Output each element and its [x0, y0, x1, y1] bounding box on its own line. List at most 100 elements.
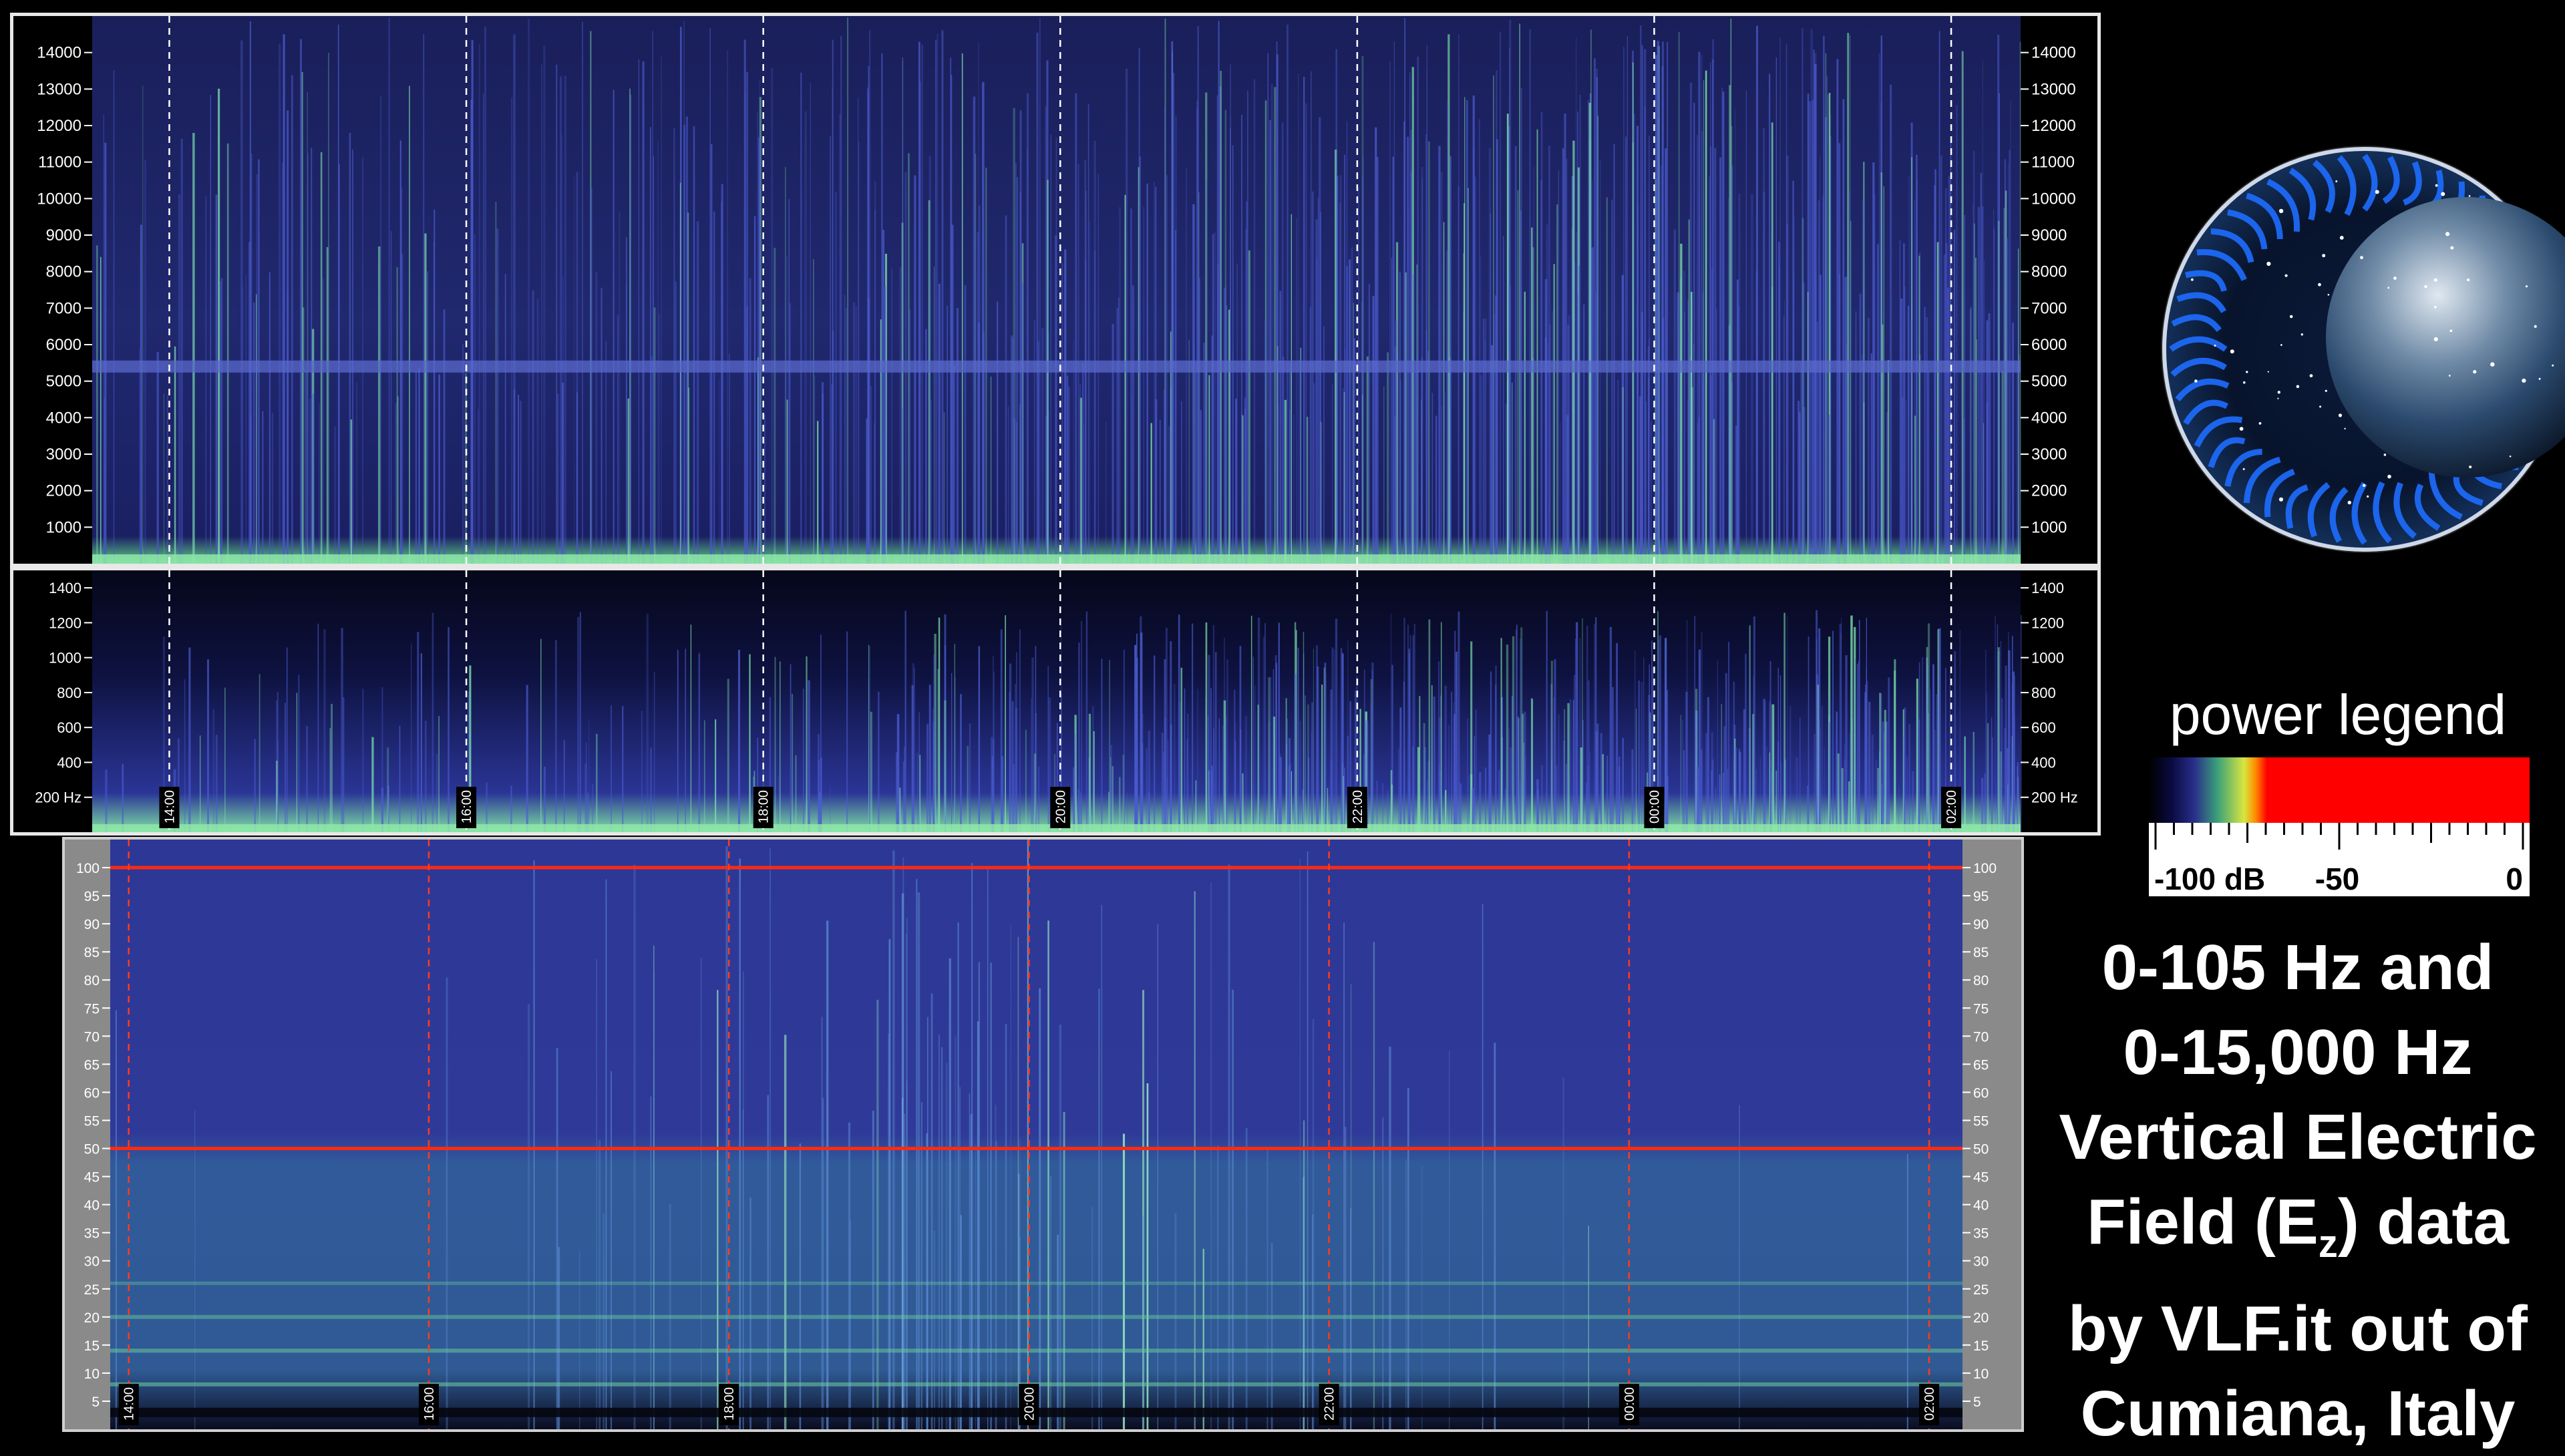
y-tick-label: 1400 — [49, 580, 81, 596]
signal-streak — [1871, 735, 1874, 832]
star — [2473, 370, 2477, 374]
signal-streak — [919, 755, 921, 832]
y-tick-label: 3000 — [46, 445, 81, 464]
signal-streak — [1253, 79, 1256, 564]
signal-streak — [799, 1143, 802, 1429]
signal-streak — [1286, 24, 1289, 564]
signal-streak — [1816, 322, 1818, 564]
signal-streak — [1904, 287, 1906, 564]
signal-streak — [673, 128, 675, 564]
signal-streak — [1844, 277, 1846, 564]
signal-streak — [1222, 725, 1224, 832]
signal-streak — [978, 646, 981, 832]
signal-streak — [1738, 193, 1741, 564]
signal-streak — [1433, 697, 1435, 832]
y-tick-label: 55 — [84, 1113, 100, 1129]
signal-streak — [311, 148, 313, 564]
y-tick-label: 60 — [84, 1085, 100, 1101]
star — [2367, 495, 2369, 498]
signal-streak — [1492, 313, 1495, 564]
signal-streak — [1683, 750, 1685, 832]
time-tick-label: 16:00 — [422, 1387, 437, 1421]
signal-streak — [1697, 417, 1701, 564]
signal-streak — [1210, 882, 1212, 1429]
y-tick-label: 50 — [84, 1142, 100, 1157]
time-tick-label: 20:00 — [1053, 790, 1068, 824]
star — [2325, 389, 2327, 392]
signal-streak — [1770, 759, 1771, 832]
signal-streak — [1269, 120, 1271, 564]
signal-streak — [1264, 322, 1266, 564]
signal-streak — [1634, 651, 1636, 832]
signal-streak — [1205, 622, 1208, 832]
signal-streak — [188, 647, 191, 832]
signal-streak — [1154, 655, 1156, 832]
signal-streak — [1242, 773, 1244, 832]
signal-streak — [992, 656, 994, 832]
low-frequency-band — [92, 554, 2021, 564]
signal-streak — [1986, 693, 1987, 832]
signal-streak — [973, 96, 976, 564]
signal-streak — [1556, 204, 1558, 564]
signal-streak — [1938, 628, 1941, 832]
signal-streak — [287, 290, 289, 564]
signal-streak — [1390, 770, 1393, 832]
signal-streak — [1200, 410, 1202, 564]
signal-streak — [1783, 316, 1785, 564]
signal-streak — [291, 75, 293, 564]
signal-streak — [1366, 356, 1369, 564]
spectrogram-elf-band-plot: 14:00 16:00 18:00 20:00 22:00 00:00 02:00 5 10 15… — [76, 840, 1997, 1429]
signal-streak — [356, 382, 357, 564]
signal-streak — [1711, 59, 1714, 564]
signal-streak — [1553, 264, 1555, 564]
signal-streak — [1779, 37, 1781, 564]
signal-streak — [1061, 262, 1063, 564]
signal-streak — [2020, 614, 2022, 832]
signal-streak — [771, 67, 774, 564]
signal-streak — [641, 711, 643, 832]
star — [2339, 236, 2344, 240]
signal-streak — [1684, 312, 1685, 564]
signal-streak — [561, 382, 564, 564]
signal-streak — [1057, 1234, 1059, 1429]
signal-streak — [496, 228, 499, 564]
y-tick-label: 14000 — [2031, 44, 2076, 62]
signal-streak — [1409, 653, 1410, 832]
signal-streak — [1645, 401, 1647, 564]
signal-streak — [700, 957, 702, 1429]
signal-streak — [277, 692, 279, 832]
y-tick-label: 5000 — [46, 373, 81, 391]
signal-streak — [1196, 108, 1199, 564]
signal-streak — [242, 287, 243, 564]
signal-streak — [1181, 401, 1182, 564]
signal-streak — [1510, 747, 1512, 832]
signal-streak — [1047, 666, 1049, 832]
signal-streak — [1622, 387, 1624, 564]
y-tick-label: 200 Hz — [35, 789, 81, 806]
signal-streak — [1449, 156, 1451, 564]
signal-streak — [1667, 41, 1668, 564]
signal-streak — [876, 999, 879, 1429]
signal-streak — [1808, 636, 1810, 832]
signal-streak — [1247, 90, 1248, 564]
signal-streak — [1984, 260, 1985, 564]
signal-streak — [1064, 249, 1067, 564]
signal-streak — [2013, 716, 2015, 832]
signal-streak — [1344, 767, 1345, 832]
signal-streak — [1351, 247, 1353, 564]
signal-streak — [331, 703, 333, 832]
signal-streak — [1503, 236, 1504, 564]
signal-streak — [1857, 663, 1858, 832]
y-tick-label: 70 — [84, 1029, 100, 1045]
signal-streak — [840, 35, 842, 564]
signal-streak — [605, 341, 607, 564]
signal-streak — [1146, 748, 1148, 832]
y-tick-label: 12000 — [2031, 117, 2076, 135]
signal-streak — [769, 848, 772, 1429]
signal-streak — [1888, 677, 1890, 832]
signal-streak — [1769, 73, 1771, 564]
signal-streak — [1423, 723, 1425, 832]
signal-streak — [577, 616, 580, 832]
signal-streak — [286, 647, 288, 832]
y-tick-label: 5 — [1973, 1395, 1981, 1410]
